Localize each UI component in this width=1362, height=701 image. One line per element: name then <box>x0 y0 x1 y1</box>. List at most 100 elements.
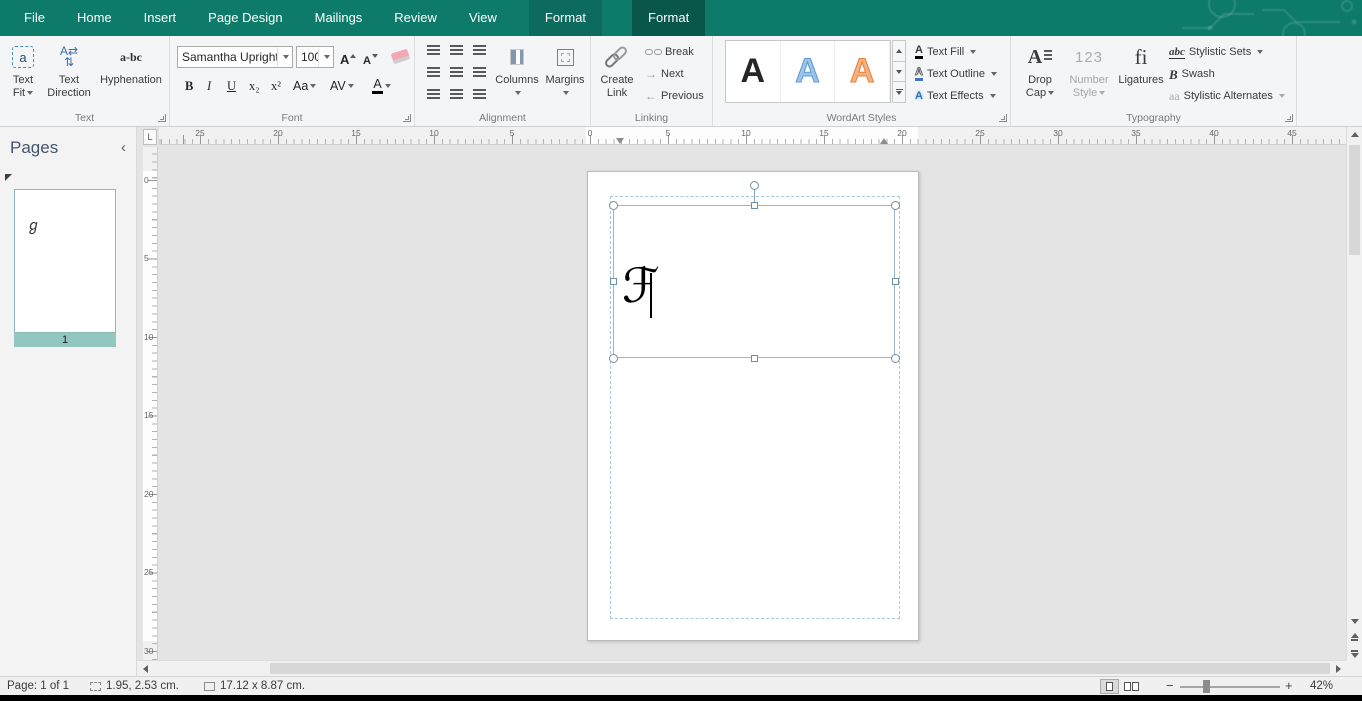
zoom-level[interactable]: 42% <box>1310 677 1333 695</box>
canvas[interactable]: ℱ <box>159 146 1346 660</box>
text-fill-button[interactable]: A Text Fill <box>915 42 977 62</box>
align-bottom-center-button[interactable] <box>446 85 467 103</box>
stylistic-alternates-button[interactable]: aa Stylistic Alternates <box>1169 86 1285 106</box>
next-link-button[interactable]: → Next <box>645 64 684 84</box>
horizontal-ruler[interactable]: 25 20 15 10 5 0 5 10 15 20 25 30 35 40 4… <box>159 127 1346 145</box>
resize-handle-e[interactable] <box>892 278 899 285</box>
underline-button[interactable]: U <box>225 76 238 96</box>
zoom-slider-thumb[interactable] <box>1203 680 1210 693</box>
tab-review[interactable]: Review <box>378 0 453 36</box>
stylistic-sets-button[interactable]: abc Stylistic Sets <box>1169 42 1264 62</box>
text-fit-button[interactable]: a Text Fit <box>4 38 42 100</box>
align-bottom-left-button[interactable] <box>423 85 444 103</box>
columns-button[interactable]: Columns <box>495 38 539 100</box>
selected-text-box[interactable]: ℱ <box>613 205 895 358</box>
next-page-button[interactable] <box>1347 646 1362 661</box>
previous-page-button[interactable] <box>1347 630 1362 645</box>
single-page-view-button[interactable] <box>1100 679 1119 694</box>
tab-file[interactable]: File <box>8 0 61 36</box>
publication-page[interactable]: ℱ <box>587 171 919 641</box>
zoom-out-button[interactable]: − <box>1166 677 1174 695</box>
tab-mailings[interactable]: Mailings <box>299 0 379 36</box>
zoom-slider-track[interactable] <box>1180 686 1280 688</box>
create-link-button[interactable]: Create Link <box>593 38 641 100</box>
horizontal-scrollbar[interactable] <box>137 660 1346 676</box>
tab-insert[interactable]: Insert <box>128 0 193 36</box>
section-collapse-icon[interactable] <box>5 174 12 181</box>
font-color-button[interactable]: A <box>370 76 393 96</box>
swash-button[interactable]: B Swash <box>1169 64 1215 84</box>
superscript-button[interactable]: x² <box>269 76 283 96</box>
resize-handle-ne[interactable] <box>891 201 900 210</box>
scroll-up-button[interactable] <box>1347 127 1362 142</box>
margin-marker-icon[interactable] <box>880 138 888 144</box>
font-dialog-launcher-icon[interactable] <box>403 114 411 122</box>
clear-formatting-button[interactable] <box>390 48 411 65</box>
character-spacing-button[interactable]: AV <box>328 76 356 96</box>
align-top-center-button[interactable] <box>446 41 467 59</box>
subscript-button[interactable]: x₂ <box>247 76 262 96</box>
grow-font-button[interactable]: A <box>340 47 357 67</box>
tab-view[interactable]: View <box>453 0 513 36</box>
font-size-select[interactable]: 100 <box>296 46 334 68</box>
vertical-scrollbar[interactable] <box>1346 127 1362 676</box>
shrink-font-button[interactable]: A <box>363 47 378 67</box>
vertical-ruler[interactable]: 0 5 10 15 20 25 30 <box>143 147 158 660</box>
text-effects-button[interactable]: A Text Effects <box>915 86 996 106</box>
tab-format-text-box-tools[interactable]: Format <box>632 0 706 36</box>
two-page-spread-view-button[interactable] <box>1122 679 1141 694</box>
chevron-down-icon[interactable] <box>318 47 333 67</box>
wordart-style-blue-outline[interactable]: A <box>781 41 836 102</box>
drop-cap-button[interactable]: A Drop Cap <box>1019 38 1061 100</box>
align-middle-center-button[interactable] <box>446 63 467 81</box>
wordart-style-orange-fill[interactable]: A <box>835 41 891 102</box>
align-top-right-button[interactable] <box>469 41 490 59</box>
previous-link-button[interactable]: ← Previous <box>645 86 704 106</box>
wordart-dialog-launcher-icon[interactable] <box>999 114 1007 122</box>
align-top-left-button[interactable] <box>423 41 444 59</box>
zoom-in-button[interactable]: + <box>1285 677 1293 695</box>
align-middle-right-button[interactable] <box>469 63 490 81</box>
collapse-panel-icon[interactable]: ‹ <box>121 139 126 156</box>
number-style-button[interactable]: 123 Number Style <box>1065 38 1113 100</box>
margins-button[interactable]: Margins <box>543 38 587 100</box>
break-link-button[interactable]: Break <box>645 42 694 62</box>
italic-button[interactable]: I <box>205 76 213 96</box>
gallery-more-button[interactable] <box>892 82 906 104</box>
text-outline-button[interactable]: A Text Outline <box>915 64 998 84</box>
margin-marker-icon[interactable] <box>616 138 624 144</box>
tab-selector[interactable]: L <box>143 129 157 145</box>
chevron-down-icon[interactable] <box>277 47 292 67</box>
scroll-down-button[interactable] <box>1347 614 1362 629</box>
tab-home[interactable]: Home <box>61 0 128 36</box>
resize-handle-nw[interactable] <box>609 201 618 210</box>
tab-page-design[interactable]: Page Design <box>192 0 298 36</box>
gallery-scroll-up-button[interactable] <box>892 40 906 62</box>
scroll-left-button[interactable] <box>137 661 153 676</box>
align-bottom-right-button[interactable] <box>469 85 490 103</box>
typography-dialog-launcher-icon[interactable] <box>1285 114 1293 122</box>
bold-button[interactable]: B <box>183 76 195 96</box>
resize-handle-n[interactable] <box>751 202 758 209</box>
font-name-select[interactable]: Samantha Upright <box>177 46 293 68</box>
resize-handle-w[interactable] <box>610 278 617 285</box>
rotate-handle[interactable] <box>750 181 759 190</box>
vertical-scroll-thumb[interactable] <box>1349 145 1360 255</box>
align-middle-left-button[interactable] <box>423 63 444 81</box>
resize-handle-se[interactable] <box>891 354 900 363</box>
wordart-style-plain[interactable]: A <box>726 41 781 102</box>
page-thumbnail[interactable]: ℊ <box>14 189 116 333</box>
change-case-button[interactable]: Aa <box>291 76 318 96</box>
align-lines-icon <box>450 45 463 47</box>
text-dialog-launcher-icon[interactable] <box>158 114 166 122</box>
resize-handle-sw[interactable] <box>609 354 618 363</box>
page-number-badge[interactable]: 1 <box>14 333 116 347</box>
text-direction-button[interactable]: A⇄ ⇅ Text Direction <box>44 38 94 100</box>
scroll-right-button[interactable] <box>1330 661 1346 676</box>
ligatures-button[interactable]: fi Ligatures <box>1117 38 1165 87</box>
resize-handle-s[interactable] <box>751 355 758 362</box>
gallery-scroll-down-button[interactable] <box>892 61 906 83</box>
horizontal-scroll-thumb[interactable] <box>270 663 1330 674</box>
hyphenation-button[interactable]: a-bc Hyphenation <box>96 38 166 87</box>
tab-format-drawing-tools[interactable]: Format <box>528 0 603 36</box>
